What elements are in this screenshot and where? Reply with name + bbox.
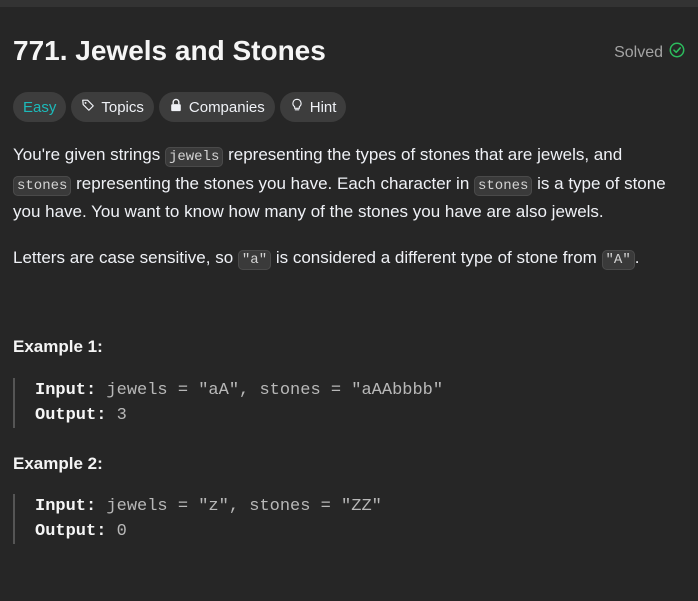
- description-text: Letters are case sensitive, so: [13, 247, 238, 267]
- inline-code: "a": [237, 249, 272, 270]
- description-text: representing the types of stones that ar…: [223, 145, 623, 164]
- difficulty-chip[interactable]: Easy: [13, 92, 67, 122]
- input-value: jewels = "aA", stones = "aAAbbbb": [96, 381, 444, 400]
- input-label: Input:: [35, 497, 97, 516]
- companies-button[interactable]: Companies: [158, 92, 275, 122]
- example-2-input: Input: jewels = "z", stones = "ZZ": [35, 494, 382, 519]
- inline-code: jewels: [164, 147, 224, 167]
- description-paragraph-2: Letters are case sensitive, so "a" is co…: [13, 245, 685, 274]
- difficulty-label: Easy: [23, 98, 57, 116]
- description-text: You're given strings: [13, 145, 165, 164]
- example-1-title: Example 1:: [13, 337, 103, 356]
- description-text: representing the stones you have. Each c…: [71, 173, 474, 193]
- output-label: Output:: [35, 522, 107, 541]
- description-text: .: [634, 247, 640, 267]
- tag-icon: [81, 98, 95, 116]
- example-1-output: Output: 3: [35, 403, 443, 428]
- description-paragraph-1: You're given strings jewels representing…: [13, 142, 685, 226]
- example-2-block: Input: jewels = "z", stones = "ZZ" Outpu…: [13, 494, 382, 544]
- hint-button[interactable]: Hint: [279, 92, 347, 122]
- check-circle-icon: [669, 42, 685, 64]
- lightbulb-icon: [290, 98, 304, 116]
- topics-button[interactable]: Topics: [71, 92, 154, 122]
- description-text: is considered a different type of stone …: [271, 247, 602, 267]
- input-label: Input:: [35, 381, 97, 400]
- example-1-block: Input: jewels = "aA", stones = "aAAbbbb"…: [13, 378, 443, 428]
- problem-title: 771. Jewels and Stones: [13, 35, 326, 66]
- example-2-output: Output: 0: [35, 519, 382, 544]
- lock-icon: [169, 98, 183, 116]
- solved-label: Solved: [614, 44, 663, 61]
- inline-code: stones: [474, 175, 533, 196]
- input-value: jewels = "z", stones = "ZZ": [96, 497, 382, 516]
- topics-label: Topics: [101, 98, 144, 116]
- example-1-input: Input: jewels = "aA", stones = "aAAbbbb": [35, 378, 443, 403]
- inline-code: "A": [601, 249, 635, 270]
- hint-label: Hint: [309, 98, 337, 116]
- output-value: 0: [106, 522, 127, 541]
- output-value: 3: [106, 406, 127, 425]
- solved-status: Solved: [614, 42, 685, 64]
- inline-code: stones: [13, 175, 72, 196]
- output-label: Output:: [35, 406, 107, 425]
- tag-chips: Easy Topics Companies Hint: [13, 92, 347, 122]
- problem-description: You're given strings jewels representing…: [13, 142, 685, 292]
- companies-label: Companies: [188, 98, 265, 116]
- example-2-title: Example 2:: [13, 454, 103, 473]
- top-bar: [0, 0, 698, 7]
